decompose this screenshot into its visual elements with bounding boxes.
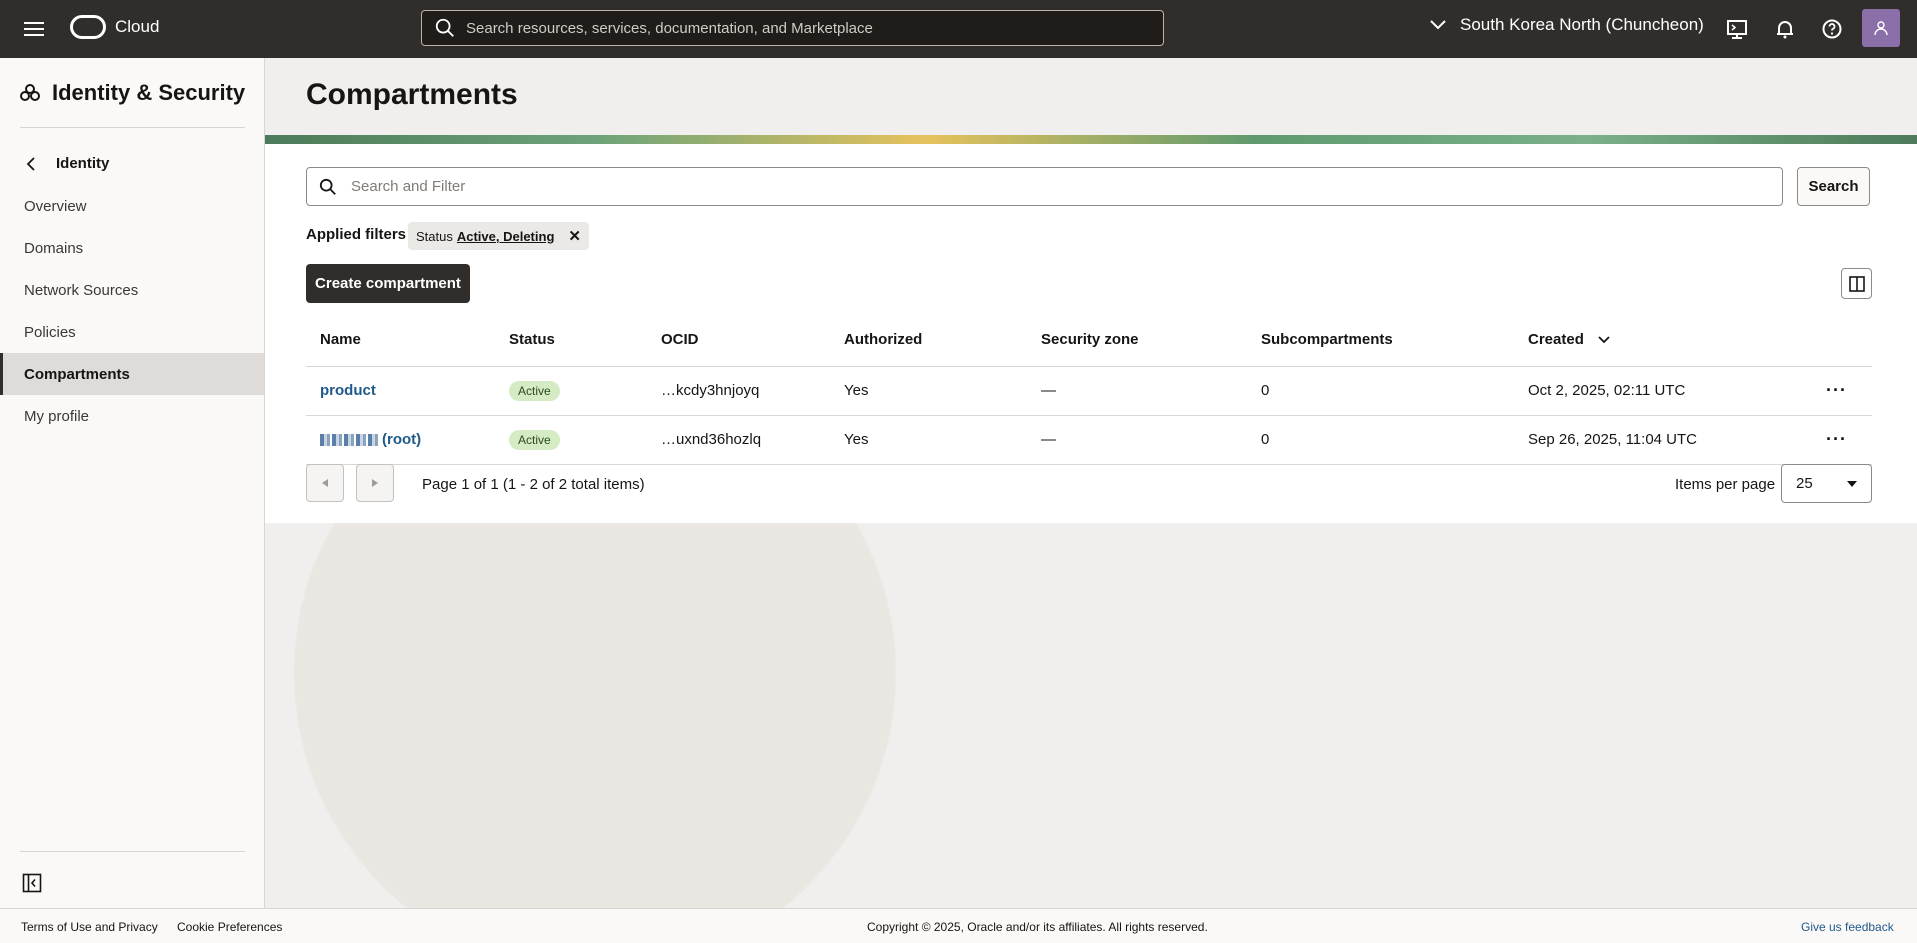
cell-name: product <box>306 366 495 416</box>
compartment-link[interactable]: (root) <box>382 431 421 448</box>
cell-created: Oct 2, 2025, 02:11 UTC <box>1514 366 1812 416</box>
bell-icon[interactable] <box>1772 16 1798 42</box>
cell-actions: ··· <box>1812 415 1872 465</box>
prev-page-button[interactable] <box>306 464 344 502</box>
region-selector[interactable]: South Korea North (Chuncheon) <box>1430 15 1704 35</box>
sidebar-item-network-sources[interactable]: Network Sources <box>0 269 264 311</box>
search-icon <box>319 178 336 195</box>
status-badge: Active <box>509 380 560 401</box>
filter-chip-status: Status Active, Deleting ✕ <box>408 222 589 250</box>
identity-security-icon <box>20 84 40 101</box>
compartments-table: Name Status OCID Authorized Security zon… <box>306 314 1872 465</box>
global-search-input[interactable] <box>456 19 1163 37</box>
redacted-name <box>320 434 380 447</box>
col-authorized: Authorized <box>830 314 1027 367</box>
oracle-logo-icon[interactable] <box>70 15 106 39</box>
status-badge: Active <box>509 429 560 450</box>
columns-icon <box>1848 275 1865 292</box>
cell-status: Active <box>495 366 647 416</box>
cell-ocid: …uxnd36hozlq <box>647 415 830 465</box>
region-label: South Korea North (Chuncheon) <box>1460 15 1704 34</box>
triangle-right-icon <box>372 479 378 487</box>
pagination-text: Page 1 of 1 (1 - 2 of 2 total items) <box>422 476 645 493</box>
col-security-zone: Security zone <box>1027 314 1247 367</box>
cloud-shell-icon[interactable] <box>1724 16 1750 42</box>
triangle-left-icon <box>322 479 328 487</box>
col-ocid: OCID <box>647 314 830 367</box>
items-per-page-value: 25 <box>1796 475 1813 492</box>
cell-created: Sep 26, 2025, 11:04 UTC <box>1514 415 1812 465</box>
global-search[interactable] <box>421 10 1164 46</box>
sidebar-back-identity[interactable]: Identity <box>26 155 109 172</box>
cell-ocid: …kcdy3hnjoyq <box>647 366 830 416</box>
next-page-button[interactable] <box>356 464 394 502</box>
sidebar-item-overview[interactable]: Overview <box>0 185 264 227</box>
chip-value[interactable]: Active, Deleting <box>457 229 555 244</box>
more-actions-icon[interactable]: ··· <box>1826 429 1847 449</box>
more-actions-icon[interactable]: ··· <box>1826 380 1847 400</box>
cell-authorized: Yes <box>830 366 1027 416</box>
table-row: product Active …kcdy3hnjoyq Yes — 0 Oct … <box>306 366 1872 416</box>
cell-name: (root) <box>306 415 495 465</box>
sidebar-title-label: Identity & Security <box>52 80 246 105</box>
compartments-panel: Search Applied filters Status Active, De… <box>265 144 1917 523</box>
applied-filters-label: Applied filters <box>306 226 407 243</box>
table-header-row: Name Status OCID Authorized Security zon… <box>306 314 1872 367</box>
cell-actions: ··· <box>1812 366 1872 416</box>
col-subcompartments: Subcompartments <box>1247 314 1514 367</box>
search-filter-input[interactable] <box>337 178 1782 195</box>
col-actions <box>1812 314 1872 367</box>
footer: Terms of Use and Privacy Cookie Preferen… <box>0 908 1917 943</box>
main-content: Compartments Search Applied filters Stat… <box>265 58 1917 908</box>
col-created-label: Created <box>1528 331 1584 349</box>
cell-subcompartments: 0 <box>1247 415 1514 465</box>
cell-security-zone: — <box>1027 415 1247 465</box>
cell-status: Active <box>495 415 647 465</box>
feedback-link[interactable]: Give us feedback <box>1801 920 1894 934</box>
background-decoration <box>265 523 1917 908</box>
compartment-link[interactable]: product <box>320 382 376 399</box>
user-icon <box>1874 21 1888 36</box>
help-icon[interactable] <box>1819 16 1845 42</box>
caret-down-icon <box>1847 480 1857 487</box>
divider <box>20 851 245 852</box>
col-created[interactable]: Created <box>1514 314 1812 367</box>
chevron-down-icon <box>1430 20 1446 30</box>
sort-desc-icon[interactable] <box>1598 336 1610 344</box>
sidebar-item-my-profile[interactable]: My profile <box>0 395 264 437</box>
divider <box>20 127 245 128</box>
items-per-page-select[interactable]: 25 <box>1781 464 1872 503</box>
cell-authorized: Yes <box>830 415 1027 465</box>
table-row: (root) Active …uxnd36hozlq Yes — 0 Sep 2… <box>306 415 1872 465</box>
close-icon[interactable]: ✕ <box>568 227 581 245</box>
chevron-left-icon <box>26 156 35 171</box>
decorative-banner <box>265 135 1917 144</box>
copyright-text: Copyright © 2025, Oracle and/or its affi… <box>867 920 1208 934</box>
menu-icon[interactable] <box>22 18 46 40</box>
cell-security-zone: — <box>1027 366 1247 416</box>
sidebar-item-policies[interactable]: Policies <box>0 311 264 353</box>
sidebar: Identity & Security Identity Overview Do… <box>0 58 265 908</box>
avatar[interactable] <box>1862 9 1900 47</box>
chip-key: Status <box>416 228 453 244</box>
cell-subcompartments: 0 <box>1247 366 1514 416</box>
manage-columns-button[interactable] <box>1841 268 1872 299</box>
items-per-page-label: Items per page <box>1675 476 1776 493</box>
col-name: Name <box>306 314 495 367</box>
brand-label[interactable]: Cloud <box>115 17 159 37</box>
col-status: Status <box>495 314 647 367</box>
top-header: Cloud South Korea North (Chuncheon) <box>0 0 1917 58</box>
create-compartment-button[interactable]: Create compartment <box>306 264 470 303</box>
terms-link[interactable]: Terms of Use and Privacy <box>21 920 158 934</box>
sidebar-title: Identity & Security <box>20 80 245 106</box>
sidebar-item-domains[interactable]: Domains <box>0 227 264 269</box>
sidebar-back-label: Identity <box>56 155 110 172</box>
cookie-preferences-link[interactable]: Cookie Preferences <box>177 920 282 934</box>
search-icon <box>435 18 454 37</box>
search-button[interactable]: Search <box>1797 167 1870 206</box>
page-title: Compartments <box>306 78 518 111</box>
collapse-sidebar-icon[interactable] <box>22 873 42 893</box>
search-filter-box[interactable] <box>306 167 1783 206</box>
sidebar-item-compartments[interactable]: Compartments <box>0 353 264 395</box>
